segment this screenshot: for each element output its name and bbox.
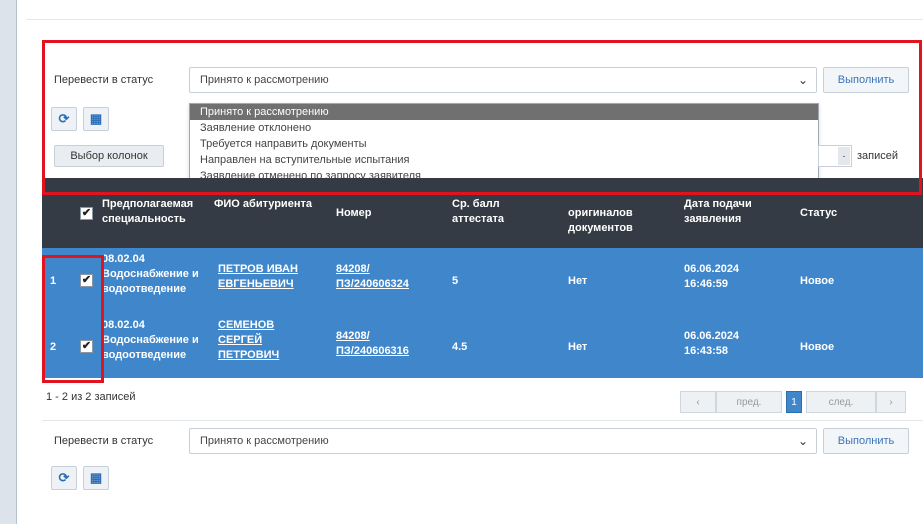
status-label-bottom: Перевести в статус (54, 435, 154, 447)
cell-specialty: 08.02.04 Водоснабжение и водоотведение (102, 253, 199, 295)
header-date[interactable]: Дата подачи заявления (684, 197, 784, 227)
page-size-arrow-icon[interactable]: - (838, 147, 850, 165)
execute-button-bottom[interactable]: Выполнить (823, 428, 909, 454)
cell-fio-link[interactable]: ПЕТРОВ ИВАН ЕВГЕНЬЕВИЧ (218, 262, 318, 292)
cell-specialty: 08.02.04 Водоснабжение и водоотведение (102, 319, 199, 361)
status-select-value: Принято к рассмотрению (200, 74, 329, 86)
cell-date: 06.06.2024 16:46:59 (684, 263, 740, 290)
cell-fio-link[interactable]: СЕМЕНОВ СЕРГЕЙ ПЕТРОВИЧ (218, 318, 298, 363)
divider (42, 420, 923, 421)
table-row[interactable]: 2 ✔ 08.02.04 Водоснабжение и водоотведен… (42, 312, 923, 378)
status-select-value: Принято к рассмотрению (200, 435, 329, 447)
pager-last[interactable]: › (876, 391, 906, 413)
cell-score: 5 (452, 275, 459, 287)
header-number[interactable]: Номер (336, 206, 372, 221)
cell-date: 06.06.2024 16:43:58 (684, 330, 740, 357)
status-dropdown-list: Принято к рассмотрению Заявление отклоне… (189, 103, 819, 187)
records-label: записей (857, 150, 899, 162)
pager-next[interactable]: след. (806, 391, 876, 413)
cell-number-link[interactable]: 84208/ ПЗ/240606316 (336, 329, 436, 359)
row-checkbox[interactable]: ✔ (80, 274, 93, 287)
status-label: Перевести в статус (54, 74, 154, 86)
header-score[interactable]: Ср. балл аттестата (452, 197, 532, 227)
cell-status: Новое (800, 341, 835, 353)
status-select[interactable]: Принято к рассмотрению ⌄ (189, 67, 817, 93)
dropdown-option[interactable]: Заявление отклонено (190, 120, 818, 136)
refresh-icon[interactable]: ⟳ (51, 466, 77, 490)
header-fio[interactable]: ФИО абитуриента (214, 197, 314, 212)
table-header-strip (42, 178, 923, 188)
status-select-bottom[interactable]: Принято к рассмотрению ⌄ (189, 428, 817, 454)
grid-icon[interactable]: ▦ (83, 466, 109, 490)
refresh-icon[interactable]: ⟳ (51, 107, 77, 131)
header-specialty[interactable]: Предполагаемая специальность (102, 197, 212, 227)
dropdown-option[interactable]: Принято к рассмотрению (190, 104, 818, 120)
select-all-checkbox[interactable]: ✔ (80, 207, 93, 220)
row-index: 1 (50, 275, 57, 287)
cell-status: Новое (800, 275, 835, 287)
header-originals[interactable]: оригиналов документов (568, 206, 668, 236)
dropdown-option[interactable]: Требуется направить документы (190, 136, 818, 152)
cell-originals: Нет (568, 341, 588, 353)
table-row[interactable]: 1 ✔ 08.02.04 Водоснабжение и водоотведен… (42, 248, 923, 312)
row-checkbox[interactable]: ✔ (80, 340, 93, 353)
grid-icon[interactable]: ▦ (83, 107, 109, 131)
cell-score: 4.5 (452, 341, 468, 353)
cell-originals: Нет (568, 275, 588, 287)
table-header: ✔ Предполагаемая специальность ФИО абиту… (42, 188, 923, 248)
row-index: 2 (50, 341, 57, 353)
top-panel (26, 0, 923, 20)
records-count: 1 - 2 из 2 записей (46, 391, 136, 403)
pager-first[interactable]: ‹ (680, 391, 716, 413)
pager-prev[interactable]: пред. (716, 391, 782, 413)
chevron-down-icon: ⌄ (797, 73, 808, 87)
header-status[interactable]: Статус (800, 206, 837, 221)
pager-current-page[interactable]: 1 (786, 391, 802, 413)
execute-button[interactable]: Выполнить (823, 67, 909, 93)
columns-button[interactable]: Выбор колонок (54, 145, 164, 167)
chevron-down-icon: ⌄ (797, 434, 808, 448)
dropdown-option[interactable]: Направлен на вступительные испытания (190, 152, 818, 168)
cell-number-link[interactable]: 84208/ ПЗ/240606324 (336, 262, 436, 292)
